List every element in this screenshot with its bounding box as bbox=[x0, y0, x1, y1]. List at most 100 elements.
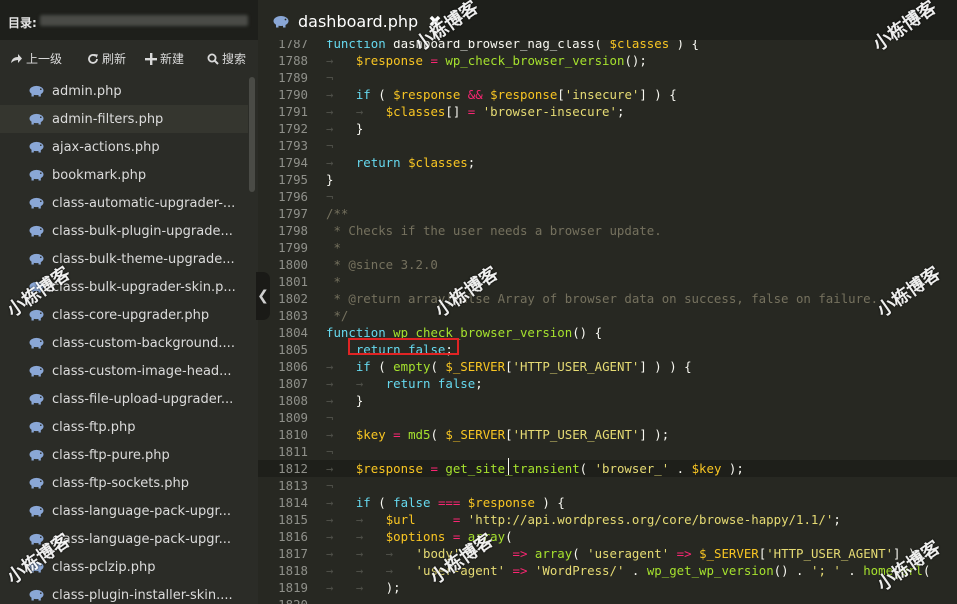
code-line[interactable]: 1796 ¬ bbox=[258, 188, 957, 205]
php-file-icon bbox=[28, 589, 46, 601]
refresh-button[interactable]: 刷新 bbox=[87, 50, 126, 67]
file-name: class-custom-background.... bbox=[52, 335, 235, 351]
sidebar-scrollbar-thumb[interactable] bbox=[249, 77, 255, 192]
file-list-item[interactable]: class-language-pack-upgr... bbox=[0, 497, 248, 525]
code-text: ¬ bbox=[326, 444, 334, 459]
file-list-item[interactable]: admin-filters.php bbox=[0, 105, 248, 133]
file-list-item[interactable]: class-file-upload-upgrader... bbox=[0, 385, 248, 413]
code-line[interactable]: 1797 /** bbox=[258, 205, 957, 222]
code-text: } bbox=[326, 172, 334, 187]
file-list-item[interactable]: class-ftp.php bbox=[0, 413, 248, 441]
php-file-icon bbox=[28, 365, 46, 377]
code-line[interactable]: 1810 → $key = md5( $_SERVER['HTTP_USER_AG… bbox=[258, 426, 957, 443]
close-tab-icon[interactable]: ✖ bbox=[428, 12, 441, 31]
file-list-item[interactable]: class-plugin-installer-skin.... bbox=[0, 581, 248, 604]
code-line[interactable]: 1813 ¬ bbox=[258, 477, 957, 494]
code-line[interactable]: 1809 ¬ bbox=[258, 409, 957, 426]
code-line[interactable]: 1818 → → → 'user-agent' => 'WordPress/' .… bbox=[258, 562, 957, 579]
file-list-item[interactable]: class-bulk-theme-upgrade... bbox=[0, 245, 248, 273]
file-list-item[interactable]: class-ftp-sockets.php bbox=[0, 469, 248, 497]
line-number: 1811 bbox=[278, 444, 308, 459]
code-line[interactable]: 1816 → → $options = array( bbox=[258, 528, 957, 545]
line-number: 1805 bbox=[278, 342, 308, 357]
code-line[interactable]: 1788 → $response = wp_check_browser_versi… bbox=[258, 52, 957, 69]
file-list-item[interactable]: class-custom-background.... bbox=[0, 329, 248, 357]
code-line[interactable]: 1791 → → $classes[] = 'browser-insecure'; bbox=[258, 103, 957, 120]
code-line[interactable]: 1817 → → → 'body' => array( 'useragent' =… bbox=[258, 545, 957, 562]
code-line[interactable]: 1795} bbox=[258, 171, 957, 188]
line-number: 1791 bbox=[278, 104, 308, 119]
file-name: class-bulk-plugin-upgrade... bbox=[52, 223, 233, 239]
php-file-icon bbox=[28, 561, 46, 573]
code-line[interactable]: 1792 → } bbox=[258, 120, 957, 137]
file-list-item[interactable]: class-bulk-plugin-upgrade... bbox=[0, 217, 248, 245]
php-elephant-icon bbox=[272, 15, 290, 28]
file-list-item[interactable]: class-custom-image-head... bbox=[0, 357, 248, 385]
code-line[interactable]: 1815 → → $url = 'http://api.wordpress.org… bbox=[258, 511, 957, 528]
code-line[interactable]: 1799 * bbox=[258, 239, 957, 256]
file-list-item[interactable]: admin.php bbox=[0, 77, 248, 105]
file-list-item[interactable]: class-ftp-pure.php bbox=[0, 441, 248, 469]
file-name: class-plugin-installer-skin.... bbox=[52, 587, 233, 603]
php-file-icon bbox=[28, 421, 46, 433]
code-text: → → ); bbox=[326, 580, 401, 595]
code-line[interactable]: 1790 → if ( $response && $response['insec… bbox=[258, 86, 957, 103]
code-line[interactable]: 1819 → → ); bbox=[258, 579, 957, 596]
chevron-left-icon: ❮ bbox=[257, 288, 269, 304]
code-line[interactable]: 1787 function dashboard_browser_nag_class… bbox=[258, 40, 957, 52]
code-line[interactable]: 1812 → $response = get_site_transient( 'b… bbox=[258, 460, 957, 477]
new-file-button[interactable]: 新建 bbox=[145, 50, 184, 67]
code-line[interactable]: 1801 * bbox=[258, 273, 957, 290]
code-line[interactable]: 1811 ¬ bbox=[258, 443, 957, 460]
file-list-item[interactable]: class-language-pack-upgr... bbox=[0, 525, 248, 553]
code-editor[interactable]: 1820 ¬ 1819 → → ); 1818 → → → 'user-agent' =>… bbox=[258, 40, 957, 604]
code-line[interactable]: 1820 ¬ bbox=[258, 596, 957, 604]
line-number: 1819 bbox=[278, 580, 308, 595]
search-icon bbox=[207, 53, 219, 65]
line-number: 1795 bbox=[278, 172, 308, 187]
file-list-item[interactable]: bookmark.php bbox=[0, 161, 248, 189]
line-number: 1789 bbox=[278, 70, 308, 85]
code-line[interactable]: 1793 ¬ bbox=[258, 137, 957, 154]
search-button[interactable]: 搜索 bbox=[207, 50, 246, 67]
text-cursor bbox=[508, 458, 509, 475]
file-list-item[interactable]: ajax-actions.php bbox=[0, 133, 248, 161]
code-line[interactable]: 1807 → → return false; bbox=[258, 375, 957, 392]
file-name: class-pclzip.php bbox=[52, 559, 156, 575]
code-line[interactable]: 1808 → } bbox=[258, 392, 957, 409]
collapse-sidebar-button[interactable]: ❮ bbox=[256, 272, 270, 320]
code-line[interactable]: 1800 * @since 3.2.0 bbox=[258, 256, 957, 273]
code-text: → → return false; bbox=[326, 376, 483, 391]
line-number: 1790 bbox=[278, 87, 308, 102]
code-line[interactable]: 1798 * Checks if the user needs a browse… bbox=[258, 222, 957, 239]
code-line[interactable]: 1803 */ bbox=[258, 307, 957, 324]
up-level-button[interactable]: 上一级 bbox=[10, 50, 62, 67]
file-name: class-ftp-pure.php bbox=[52, 447, 170, 463]
code-text: ¬ bbox=[326, 138, 334, 153]
line-number: 1818 bbox=[278, 563, 308, 578]
file-name: class-bulk-theme-upgrade... bbox=[52, 251, 235, 267]
code-text: → if ( false === $response ) { bbox=[326, 495, 565, 510]
directory-header: 目录: bbox=[0, 0, 258, 40]
line-number: 1788 bbox=[278, 53, 308, 68]
file-name: admin.php bbox=[52, 83, 122, 99]
file-name: class-custom-image-head... bbox=[52, 363, 232, 379]
file-list-item[interactable]: class-bulk-upgrader-skin.p... bbox=[0, 273, 248, 301]
file-list-item[interactable]: class-pclzip.php bbox=[0, 553, 248, 581]
code-line[interactable]: 1814 → if ( false === $response ) { bbox=[258, 494, 957, 511]
tab-dashboard-php[interactable]: dashboard.php ✖ bbox=[258, 0, 442, 40]
file-name: class-bulk-upgrader-skin.p... bbox=[52, 279, 236, 295]
code-line[interactable]: 1794 → return $classes; bbox=[258, 154, 957, 171]
file-list-item[interactable]: class-automatic-upgrader-... bbox=[0, 189, 248, 217]
code-line[interactable]: 1802 * @return array|false Array of brow… bbox=[258, 290, 957, 307]
file-name: class-automatic-upgrader-... bbox=[52, 195, 236, 211]
php-file-icon bbox=[28, 309, 46, 321]
sidebar-scrollbar[interactable] bbox=[248, 77, 256, 604]
up-level-label: 上一级 bbox=[26, 52, 63, 66]
file-name: class-language-pack-upgr... bbox=[52, 503, 232, 519]
code-line[interactable]: 1789 ¬ bbox=[258, 69, 957, 86]
line-number: 1794 bbox=[278, 155, 308, 170]
php-file-icon bbox=[28, 477, 46, 489]
code-line[interactable]: 1806 → if ( empty( $_SERVER['HTTP_USER_AG… bbox=[258, 358, 957, 375]
file-list-item[interactable]: class-core-upgrader.php bbox=[0, 301, 248, 329]
